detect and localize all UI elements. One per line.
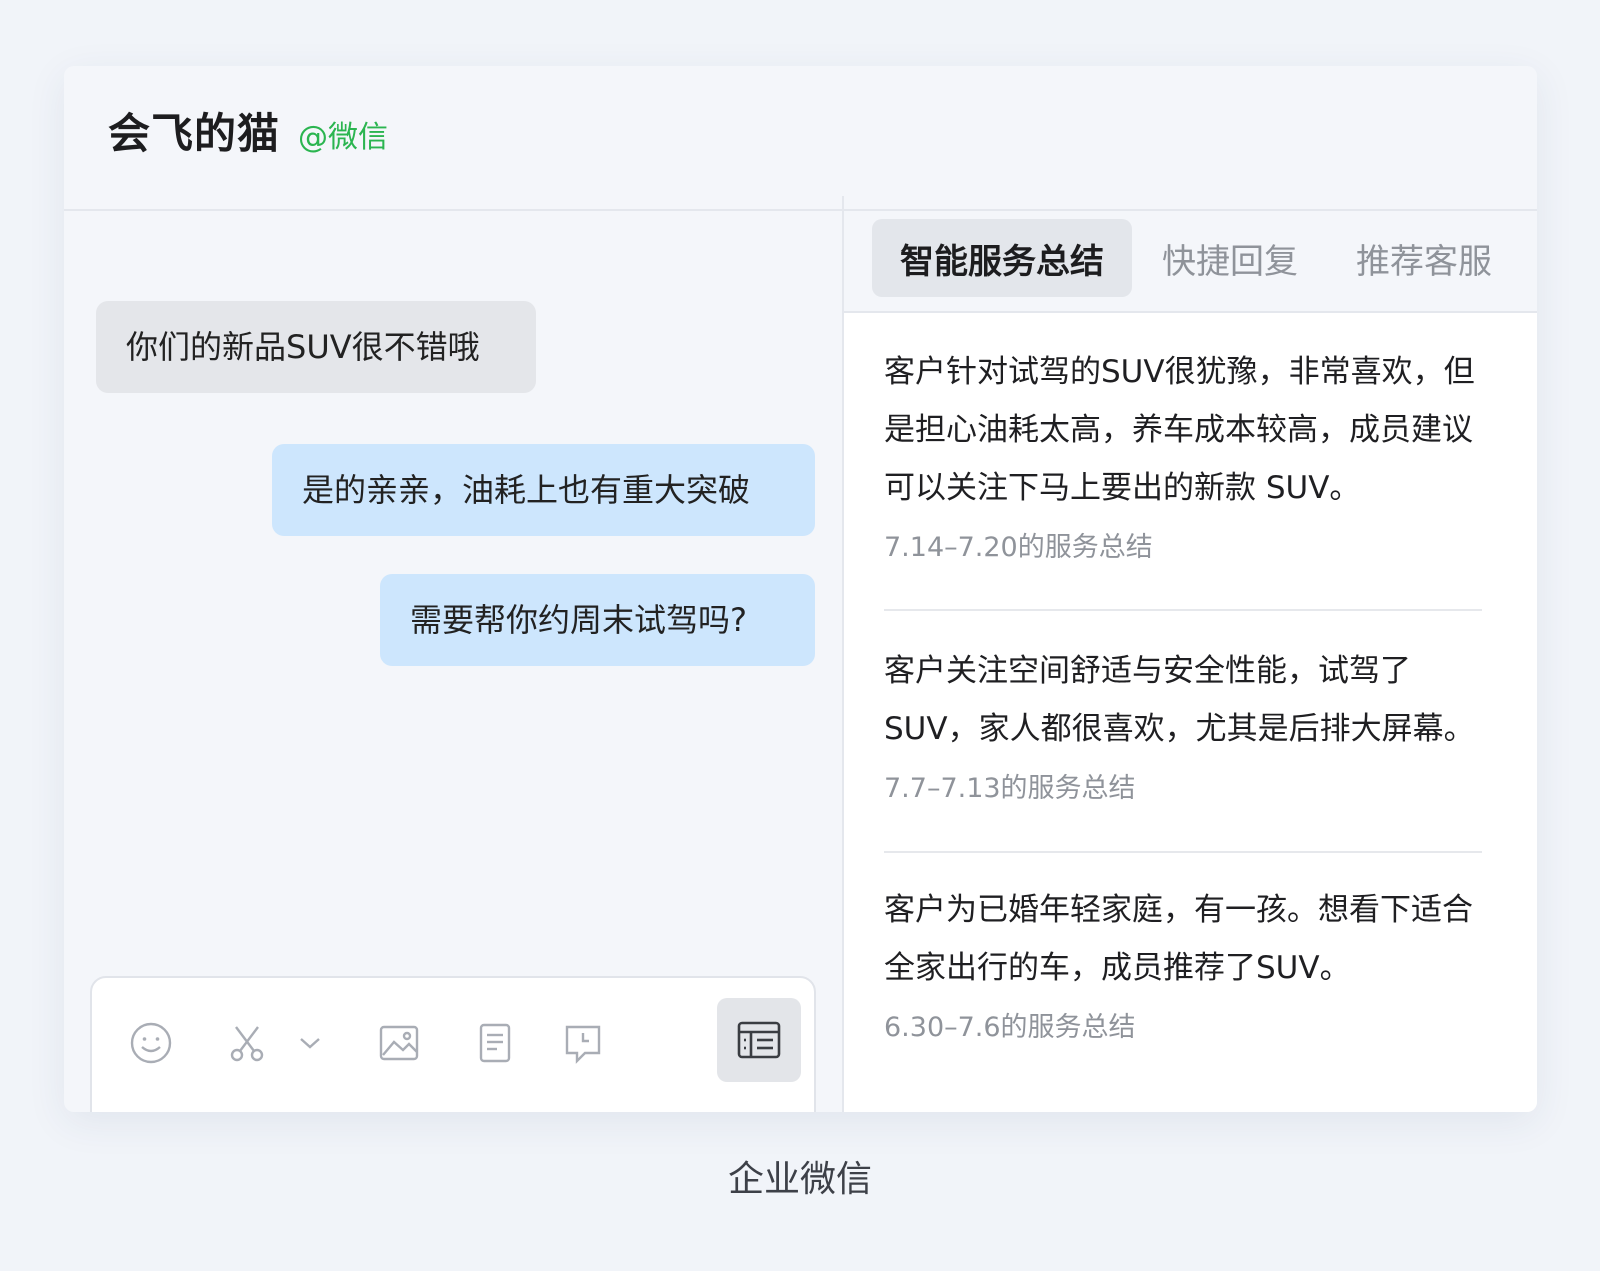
chat-header: 会飞的猫 @微信 xyxy=(64,66,1537,211)
summary-period: 7.7–7.13的服务总结 xyxy=(884,773,1136,804)
file-icon[interactable] xyxy=(470,1018,520,1068)
summary-text: 客户针对试驾的SUV很犹豫，非常喜欢，但是担心油耗太高，养车成本较高，成员建议可… xyxy=(884,354,1475,506)
message-bubble-incoming: 你们的新品SUV很不错哦 xyxy=(96,301,536,393)
summary-card: 客户针对试驾的SUV很犹豫，非常喜欢，但是担心油耗太高，养车成本较高，成员建议可… xyxy=(884,343,1492,564)
divider xyxy=(884,851,1482,853)
summary-icon[interactable] xyxy=(717,998,801,1082)
chat-history-icon[interactable] xyxy=(558,1018,608,1068)
message-text: 是的亲亲，油耗上也有重大突破 xyxy=(302,471,751,509)
scissors-icon[interactable] xyxy=(222,1018,272,1068)
summary-card: 客户关注空间舒适与安全性能，试驾了SUV，家人都很喜欢，尤其是后排大屏幕。 7.… xyxy=(884,642,1492,805)
summary-text: 客户为已婚年轻家庭，有一孩。想看下适合全家出行的车，成员推荐了SUV。 xyxy=(884,892,1473,986)
tab-quick-reply[interactable]: 快捷回复 xyxy=(1162,219,1298,297)
message-bubble-outgoing: 需要帮你约周末试驾吗? xyxy=(380,574,815,666)
summary-period: 6.30–7.6的服务总结 xyxy=(884,1012,1136,1043)
contact-name: 会飞的猫 xyxy=(108,109,281,158)
tab-smart-summary[interactable]: 智能服务总结 xyxy=(872,219,1132,297)
caption: 企业微信 xyxy=(727,1159,872,1200)
tab-bar: 智能服务总结 快捷回复 推荐客服 xyxy=(844,211,1537,313)
message-bubble-outgoing: 是的亲亲，油耗上也有重大突破 xyxy=(272,444,815,536)
tab-recommended-agent[interactable]: 推荐客服 xyxy=(1356,219,1492,297)
emoji-icon[interactable] xyxy=(126,1018,176,1068)
image-icon[interactable] xyxy=(374,1018,424,1068)
chat-window: 会飞的猫 @微信 你们的新品SUV很不错哦 是的亲亲，油耗上也有重大突破 需要帮… xyxy=(64,66,1537,1112)
message-text: 需要帮你约周末试驾吗? xyxy=(410,601,747,639)
summary-list: 客户针对试驾的SUV很犹豫，非常喜欢，但是担心油耗太高，养车成本较高，成员建议可… xyxy=(844,313,1537,1112)
summary-period: 7.14–7.20的服务总结 xyxy=(884,532,1153,563)
side-panel: 智能服务总结 快捷回复 推荐客服 客户针对试驾的SUV很犹豫，非常喜欢，但是担心… xyxy=(844,211,1537,1112)
contact-source-badge: @微信 xyxy=(298,120,388,155)
chat-pane: 你们的新品SUV很不错哦 是的亲亲，油耗上也有重大突破 需要帮你约周末试驾吗? xyxy=(64,211,842,1112)
summary-text: 客户关注空间舒适与安全性能，试驾了SUV，家人都很喜欢，尤其是后排大屏幕。 xyxy=(884,653,1475,747)
chevron-down-icon[interactable] xyxy=(292,1018,328,1068)
divider xyxy=(884,609,1482,611)
message-composer[interactable] xyxy=(90,976,816,1112)
summary-card: 客户为已婚年轻家庭，有一孩。想看下适合全家出行的车，成员推荐了SUV。 6.30… xyxy=(884,881,1492,1044)
message-text: 你们的新品SUV很不错哦 xyxy=(126,328,480,366)
